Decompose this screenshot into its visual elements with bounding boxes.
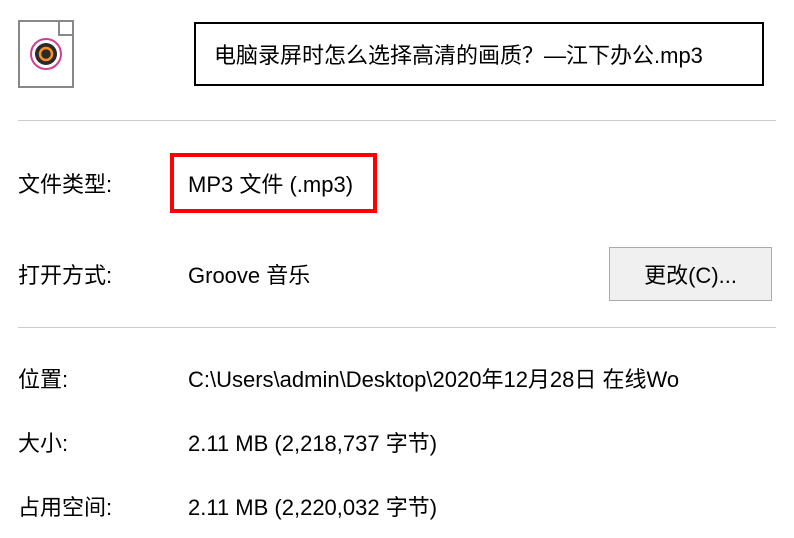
location-value: C:\Users\admin\Desktop\2020年12月28日 在线Wo	[188, 362, 776, 394]
file-type-row: 文件类型: MP3 文件 (.mp3)	[18, 139, 776, 227]
file-icon	[18, 20, 74, 88]
music-disc-icon	[29, 37, 63, 71]
change-button[interactable]: 更改(C)...	[609, 247, 772, 301]
location-row: 位置: C:\Users\admin\Desktop\2020年12月28日 在…	[18, 346, 776, 410]
size-on-disk-label: 占用空间:	[18, 490, 188, 522]
size-row: 大小: 2.11 MB (2,218,737 字节)	[18, 410, 776, 474]
size-label: 大小:	[18, 426, 188, 458]
file-type-value: MP3 文件 (.mp3)	[188, 167, 353, 199]
file-type-label: 文件类型:	[18, 167, 188, 199]
open-with-label: 打开方式:	[18, 258, 188, 290]
size-value: 2.11 MB (2,218,737 字节)	[188, 426, 776, 458]
filename-input[interactable]: 电脑录屏时怎么选择高清的画质？—江下办公.mp3	[194, 22, 764, 86]
location-label: 位置:	[18, 362, 188, 394]
file-type-highlight: MP3 文件 (.mp3)	[170, 153, 377, 213]
size-on-disk-value: 2.11 MB (2,220,032 字节)	[188, 490, 776, 522]
file-icon-fold	[58, 22, 72, 36]
open-with-value: Groove 音乐	[188, 258, 609, 290]
open-with-row: 打开方式: Groove 音乐 更改(C)...	[18, 227, 776, 321]
size-on-disk-row: 占用空间: 2.11 MB (2,220,032 字节)	[18, 474, 776, 538]
file-header: 电脑录屏时怎么选择高清的画质？—江下办公.mp3	[18, 20, 776, 88]
